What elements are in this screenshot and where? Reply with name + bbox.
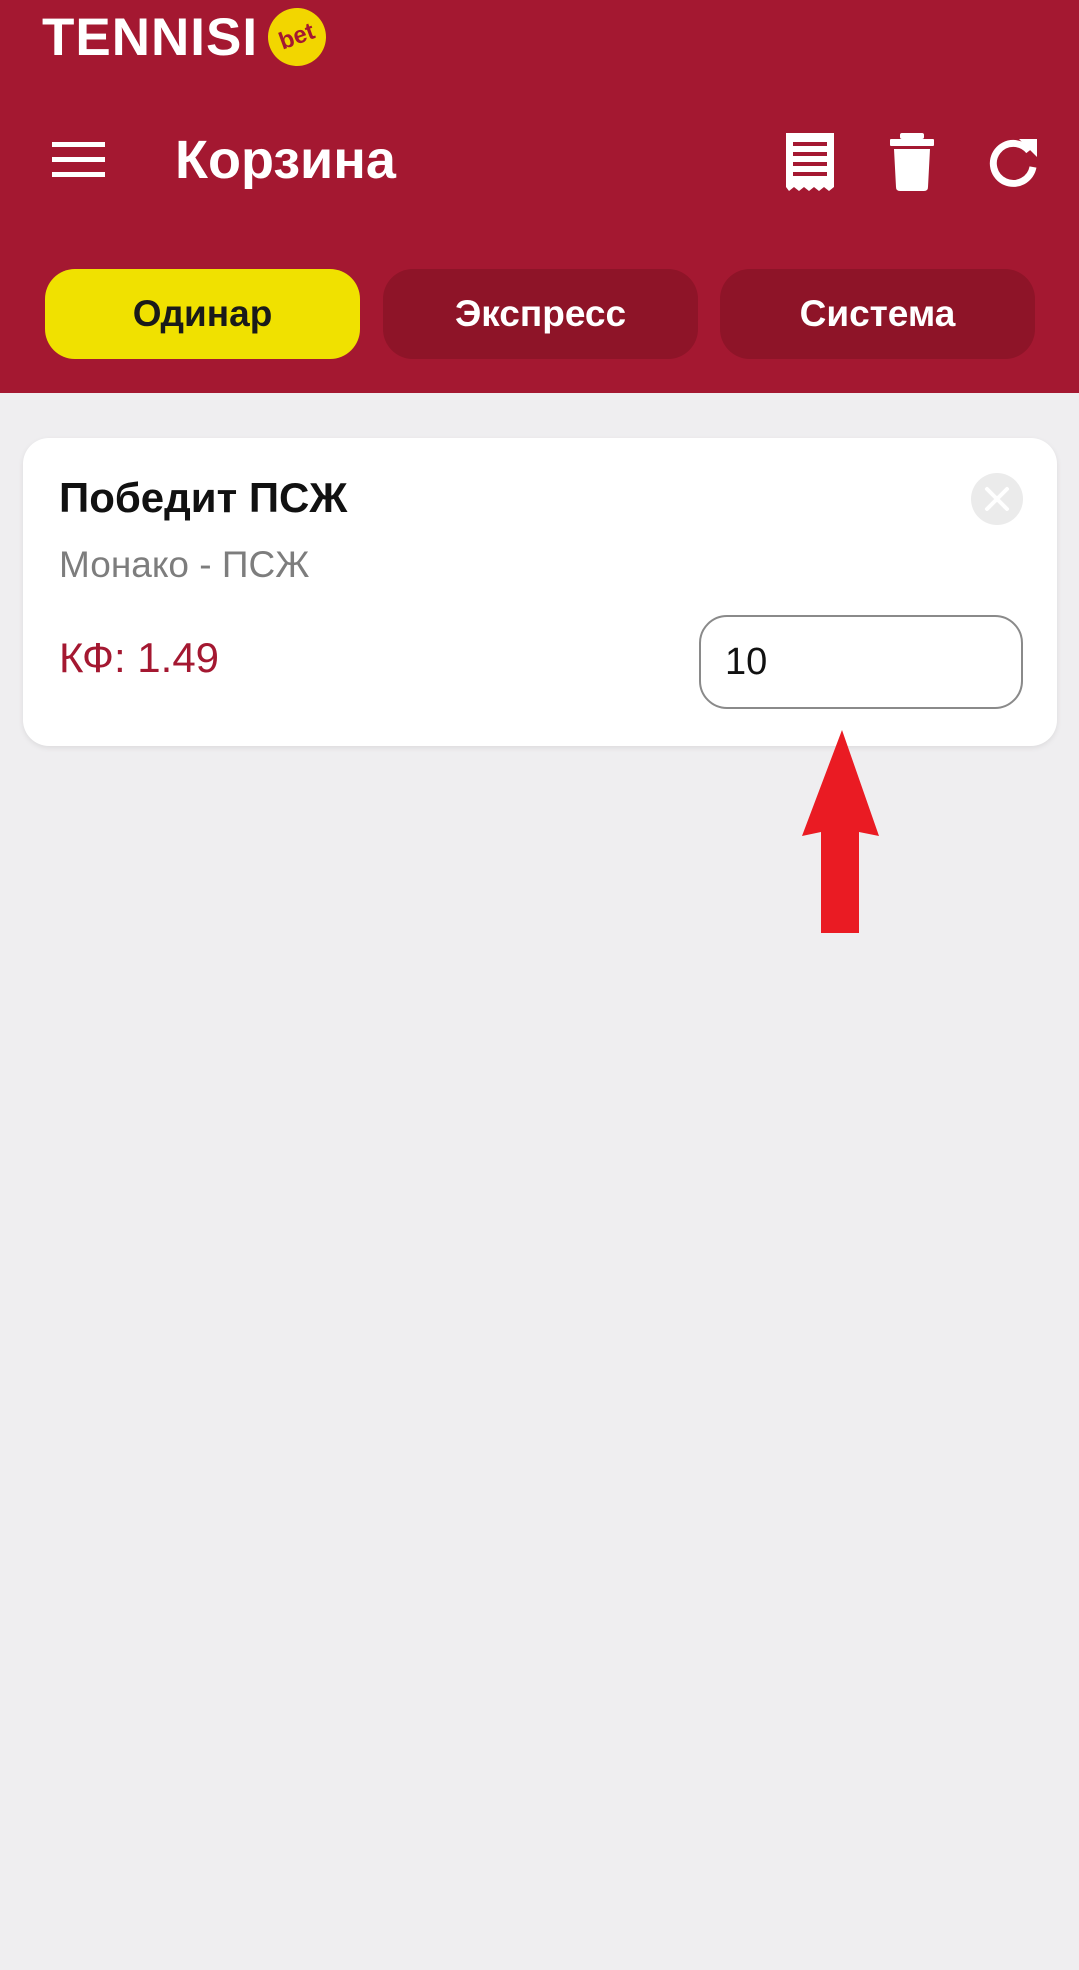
tab-single[interactable]: Одинар	[45, 269, 360, 359]
remove-bet-button[interactable]	[971, 473, 1023, 525]
tab-system[interactable]: Система	[720, 269, 1035, 359]
bet-odds: КФ: 1.49	[59, 634, 220, 681]
toolbar: Корзина	[0, 115, 1079, 205]
logo-text: TENNISI	[42, 7, 259, 67]
app-header: TENNISI bet Корзина Одинар Экспресс Сист…	[0, 0, 1079, 393]
bet-selection-title: Победит ПСЖ	[59, 474, 348, 521]
refresh-icon[interactable]	[985, 133, 1041, 191]
stake-amount-input[interactable]	[699, 615, 1023, 709]
close-icon	[985, 487, 1009, 511]
menu-icon[interactable]	[52, 142, 105, 178]
tennisi-logo: TENNISI bet	[42, 0, 335, 75]
trash-icon[interactable]	[884, 133, 940, 191]
tab-express[interactable]: Экспресс	[383, 269, 698, 359]
logo-badge: bet	[259, 0, 335, 75]
bet-event-name: Монако - ПСЖ	[59, 544, 310, 585]
red-arrow-annotation	[802, 730, 879, 933]
page-title: Корзина	[175, 130, 396, 190]
bet-slip-card: Победит ПСЖ Монако - ПСЖ КФ: 1.49	[23, 438, 1057, 746]
bet-type-tabs: Одинар Экспресс Система	[45, 269, 1035, 359]
receipt-icon[interactable]	[782, 133, 838, 191]
